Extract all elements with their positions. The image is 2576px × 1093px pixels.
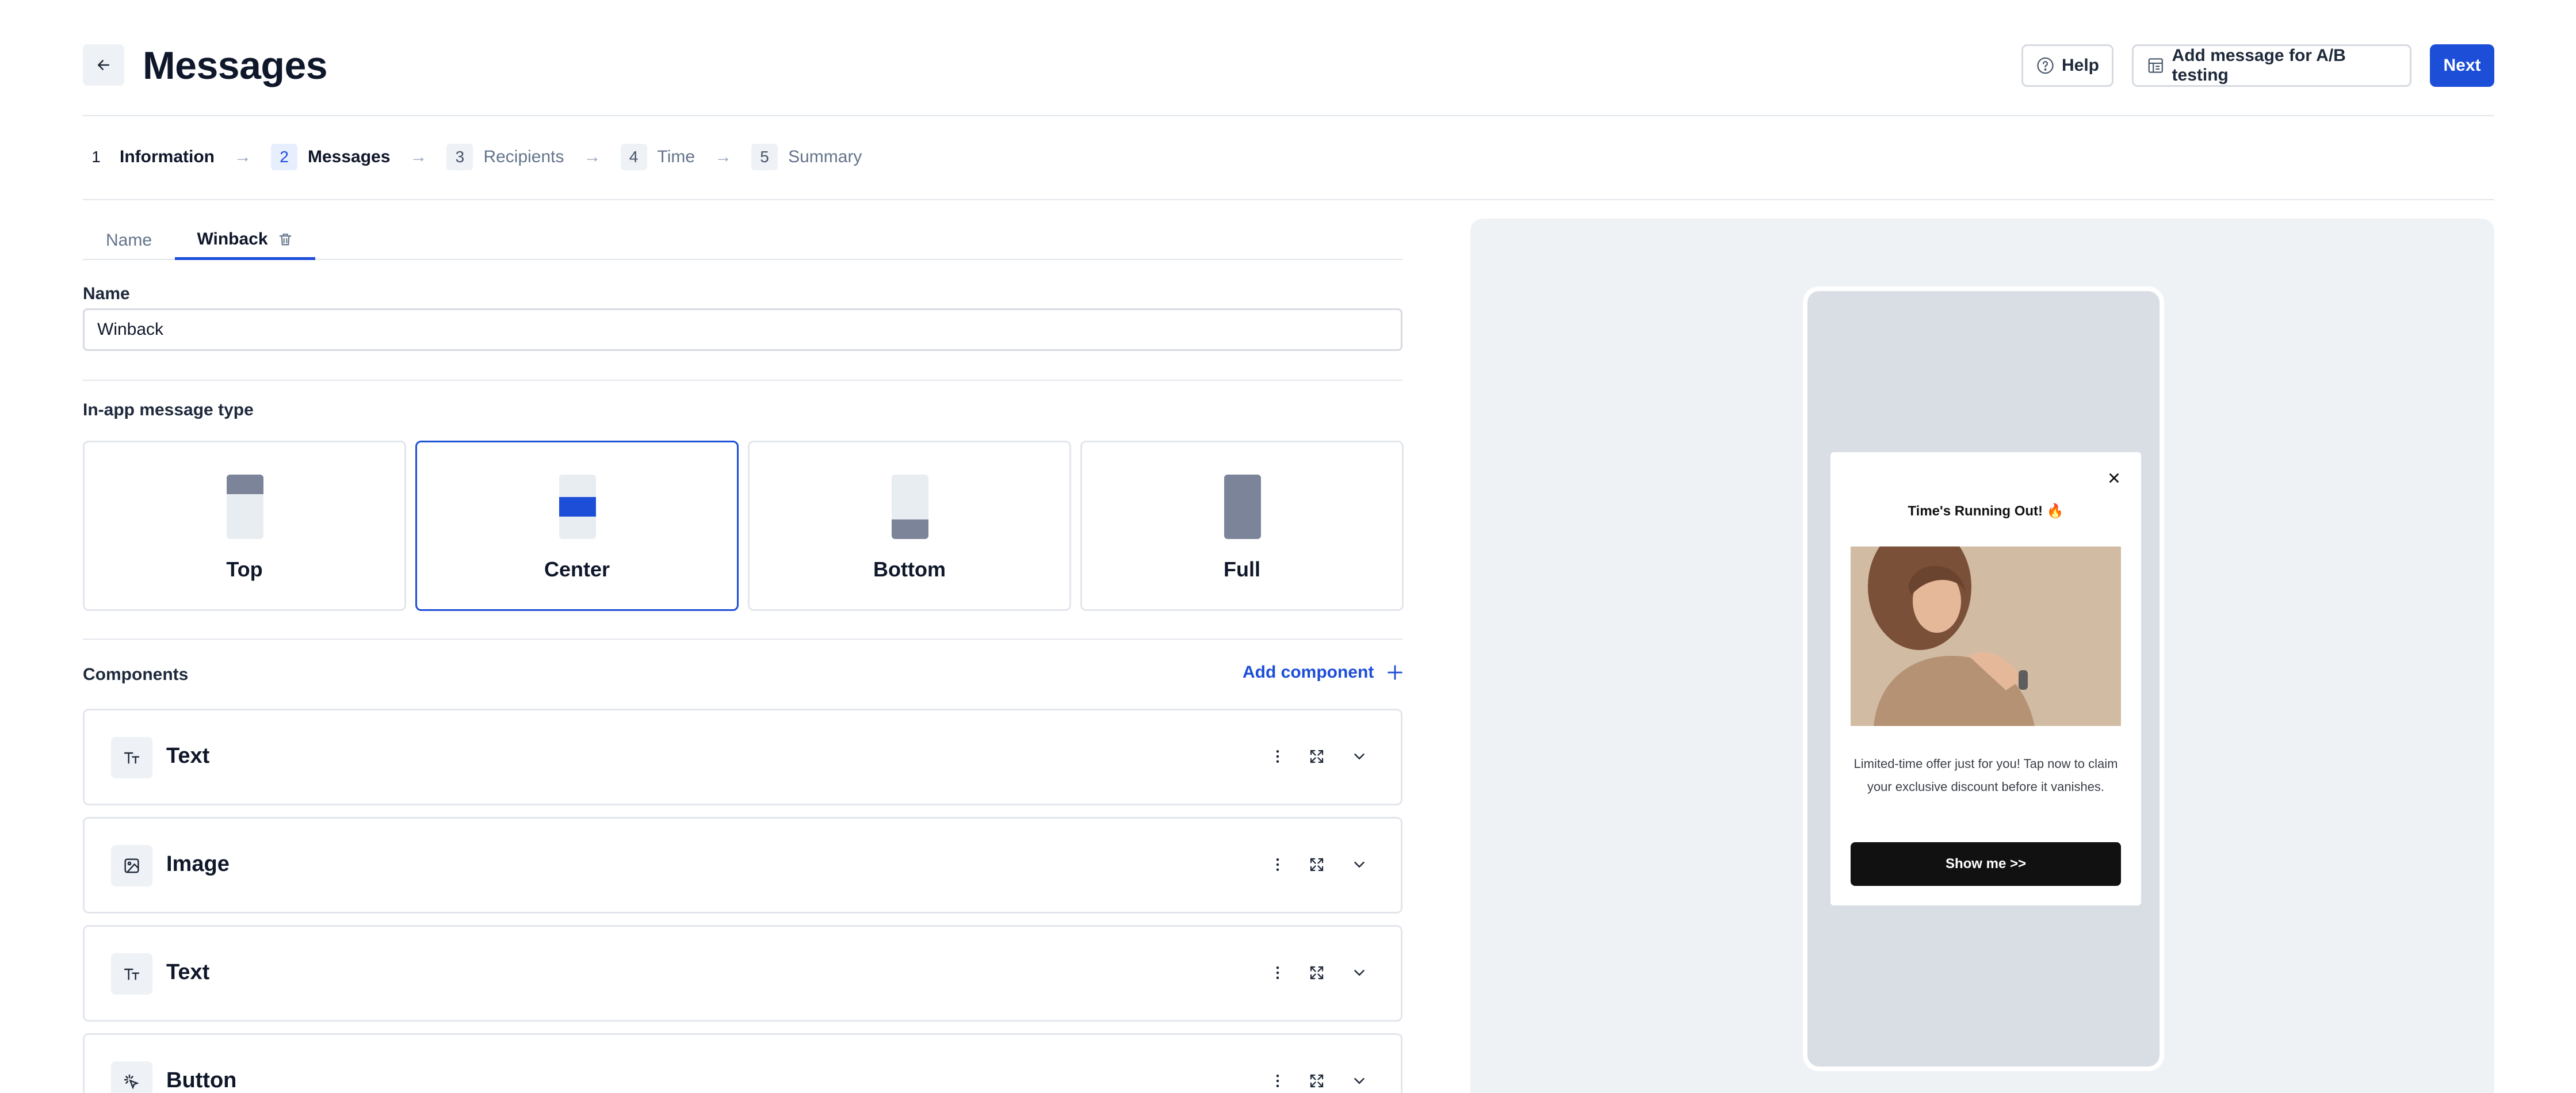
click-icon <box>111 1061 152 1093</box>
layout-full-icon <box>1224 475 1261 539</box>
next-button[interactable]: Next <box>2430 44 2494 87</box>
layout-center-icon <box>559 475 596 539</box>
back-button[interactable] <box>83 44 124 86</box>
text-icon <box>111 953 152 995</box>
component-row[interactable]: Image <box>83 817 1402 914</box>
page-title: Messages <box>143 44 328 87</box>
more-vertical-icon[interactable] <box>1266 853 1289 876</box>
step-number: 3 <box>446 144 473 170</box>
preview-title: Time's Running Out! 🔥 <box>1908 503 2064 519</box>
step-information[interactable]: 1 Information <box>83 144 215 170</box>
type-card-bottom[interactable]: Bottom <box>748 441 1071 611</box>
step-label: Messages <box>308 147 391 166</box>
step-label: Information <box>120 147 215 166</box>
add-component-button[interactable]: Add component <box>1243 663 1405 682</box>
name-field-label: Name <box>83 284 130 303</box>
plus-icon <box>1388 665 1403 680</box>
step-messages[interactable]: 2 Messages <box>271 144 390 170</box>
arrow-left-icon <box>98 60 109 70</box>
section-divider <box>83 639 1402 640</box>
step-number: 1 <box>83 144 109 170</box>
step-number: 4 <box>620 144 647 170</box>
help-circle-icon <box>2037 57 2054 74</box>
name-field[interactable] <box>83 308 1402 351</box>
step-number: 5 <box>751 144 778 170</box>
component-row[interactable]: Button <box>83 1033 1402 1093</box>
text-icon <box>111 737 152 778</box>
components-title: Components <box>83 665 189 684</box>
chevron-down-icon[interactable] <box>1348 745 1371 768</box>
add-ab-test-button[interactable]: Add message for A/B testing <box>2132 44 2411 87</box>
step-label: Summary <box>788 147 862 166</box>
step-label: Recipients <box>483 147 564 166</box>
type-label: Bottom <box>873 557 946 581</box>
layout-bottom-icon <box>892 475 928 539</box>
component-name: Text <box>166 744 210 768</box>
type-card-top[interactable]: Top <box>83 441 406 611</box>
message-tabs: Name Winback <box>83 221 1402 260</box>
tab-name[interactable]: Name <box>83 221 175 260</box>
preview-cta-button[interactable]: Show me >> <box>1851 842 2121 886</box>
image-icon <box>111 845 152 886</box>
section-divider <box>83 380 1402 381</box>
component-name: Text <box>166 960 210 984</box>
expand-icon[interactable] <box>1305 853 1328 876</box>
more-vertical-icon[interactable] <box>1266 961 1289 984</box>
chevron-down-icon[interactable] <box>1348 961 1371 984</box>
help-button[interactable]: Help <box>2021 44 2113 87</box>
step-recipients[interactable]: 3 Recipients <box>446 144 564 170</box>
type-label: Full <box>1224 557 1260 581</box>
step-label: Time <box>657 147 695 166</box>
step-time[interactable]: 4 Time <box>620 144 695 170</box>
layout-icon <box>2148 58 2163 73</box>
more-vertical-icon[interactable] <box>1266 1069 1289 1092</box>
trash-icon[interactable] <box>277 231 293 247</box>
tab-label: Winback <box>197 229 268 249</box>
type-label: Center <box>544 557 610 581</box>
preview-body: Limited-time offer just for you! Tap now… <box>1853 756 2118 794</box>
arrow-right-icon: → <box>234 147 251 166</box>
expand-icon[interactable] <box>1305 745 1328 768</box>
chevron-down-icon[interactable] <box>1348 853 1371 876</box>
step-summary[interactable]: 5 Summary <box>751 144 862 170</box>
component-name: Image <box>166 852 230 876</box>
stepper: 1 Information → 2 Messages → 3 Recipient… <box>83 144 862 170</box>
component-row[interactable]: Text <box>83 709 1402 805</box>
expand-icon[interactable] <box>1305 961 1328 984</box>
more-vertical-icon[interactable] <box>1266 745 1289 768</box>
type-card-full[interactable]: Full <box>1080 441 1404 611</box>
step-number: 2 <box>271 144 297 170</box>
arrow-right-icon: → <box>714 147 732 166</box>
close-icon[interactable] <box>2107 471 2122 486</box>
chevron-down-icon[interactable] <box>1348 1069 1371 1092</box>
stepper-divider <box>83 199 2494 200</box>
add-component-label: Add component <box>1243 663 1374 682</box>
component-row[interactable]: Text <box>83 925 1402 1022</box>
type-label: Top <box>226 557 263 581</box>
preview-image <box>1851 546 2121 726</box>
type-card-center[interactable]: Center <box>415 441 739 611</box>
tab-winback[interactable]: Winback <box>175 221 315 260</box>
arrow-right-icon: → <box>583 147 601 166</box>
arrow-right-icon: → <box>410 147 427 166</box>
preview-modal: Time's Running Out! 🔥 Limited-time offer… <box>1830 452 2141 905</box>
add-ab-test-label: Add message for A/B testing <box>2172 46 2346 85</box>
help-button-label: Help <box>2061 56 2099 75</box>
expand-icon[interactable] <box>1305 1069 1328 1092</box>
message-type-label: In-app message type <box>83 400 254 419</box>
layout-top-icon <box>227 475 263 539</box>
component-name: Button <box>166 1068 237 1092</box>
header-divider <box>83 115 2494 116</box>
